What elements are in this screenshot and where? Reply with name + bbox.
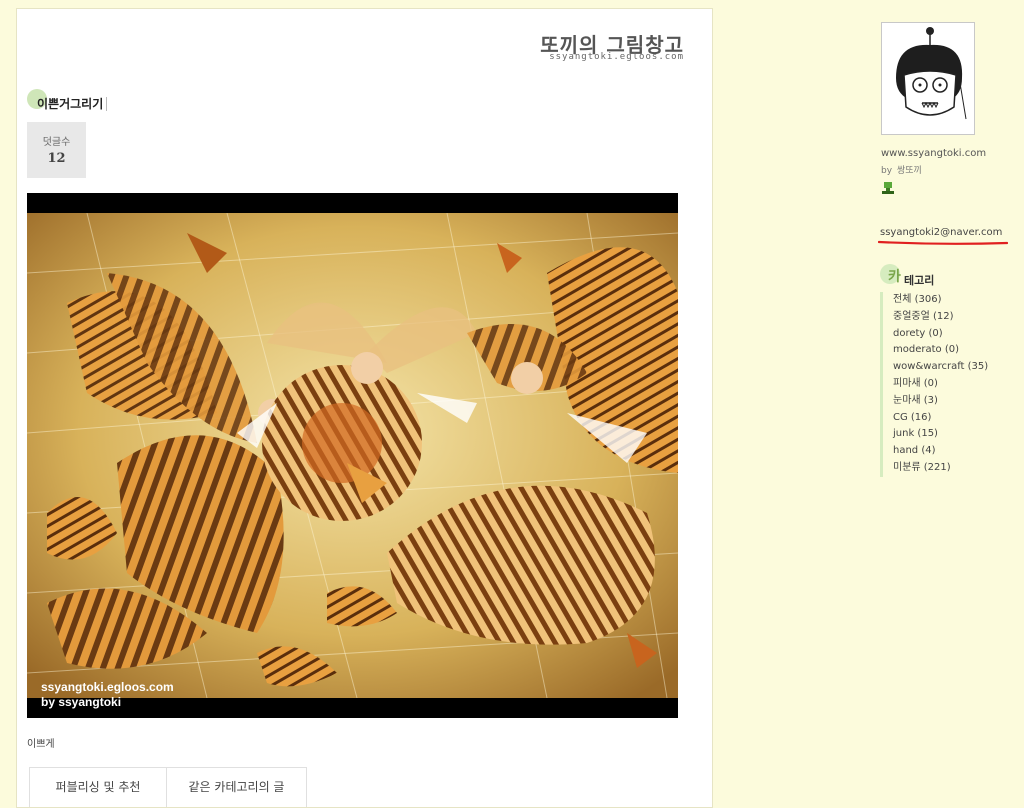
comment-count: 12 xyxy=(47,151,66,166)
author-byline: by 쌍또끼 xyxy=(881,163,922,176)
email-highlight-underline xyxy=(878,240,1008,245)
category-list: 전체 (306) 중얼중얼 (12) dorety (0) moderato (… xyxy=(880,292,1003,477)
category-item[interactable]: 미분류 (221) xyxy=(893,460,1003,477)
category-item[interactable]: dorety (0) xyxy=(893,326,1003,343)
profile-avatar-drawing xyxy=(882,23,974,134)
comment-count-box[interactable]: 덧글수 12 xyxy=(27,122,86,178)
artwork-watermark-author: by ssyangtoki xyxy=(41,695,122,709)
category-item[interactable]: 전체 (306) xyxy=(893,292,1003,309)
post-caption: 이쁘게 xyxy=(27,739,55,750)
artwork-watermark-url: ssyangtoki.egloos.com xyxy=(41,680,174,694)
author-nickname[interactable]: 쌍또끼 xyxy=(897,166,922,176)
by-label: by xyxy=(881,166,893,176)
category-item[interactable]: moderato (0) xyxy=(893,342,1003,359)
email-address[interactable]: ssyangtoki2@naver.com xyxy=(880,227,1002,238)
artwork-illustration xyxy=(27,213,678,698)
main-content: 또끼의 그림창고 ssyangtoki.egloos.com 이쁜거그리기 덧글… xyxy=(16,8,713,808)
category-item[interactable]: 피마새 (0) xyxy=(893,376,1003,393)
tab-same-category[interactable]: 같은 카테고리의 글 xyxy=(167,767,307,807)
post-artwork: ssyangtoki.egloos.com by ssyangtoki xyxy=(27,193,678,718)
category-item[interactable]: junk (15) xyxy=(893,426,1003,443)
category-item[interactable]: wow&warcraft (35) xyxy=(893,359,1003,376)
category-item[interactable]: hand (4) xyxy=(893,443,1003,460)
category-item[interactable]: 눈마새 (3) xyxy=(893,393,1003,410)
post-category-label[interactable]: 이쁜거그리기 xyxy=(27,97,108,111)
site-url-link[interactable]: www.ssyangtoki.com xyxy=(881,148,986,159)
category-heading-first-char: 카 xyxy=(888,269,901,285)
post-category[interactable]: 이쁜거그리기 xyxy=(27,89,108,111)
badge-icon[interactable] xyxy=(881,181,895,195)
comment-count-label: 덧글수 xyxy=(42,137,71,148)
profile-avatar[interactable] xyxy=(881,22,975,135)
category-item[interactable]: 중얼중얼 (12) xyxy=(893,309,1003,326)
category-heading-rest: 테고리 xyxy=(904,274,935,287)
tab-publishing[interactable]: 퍼블리싱 및 추천 xyxy=(29,767,167,807)
post-tabs: 퍼블리싱 및 추천 같은 카테고리의 글 xyxy=(29,767,307,807)
blog-url[interactable]: ssyangtoki.egloos.com xyxy=(549,52,684,62)
category-item[interactable]: CG (16) xyxy=(893,410,1003,427)
